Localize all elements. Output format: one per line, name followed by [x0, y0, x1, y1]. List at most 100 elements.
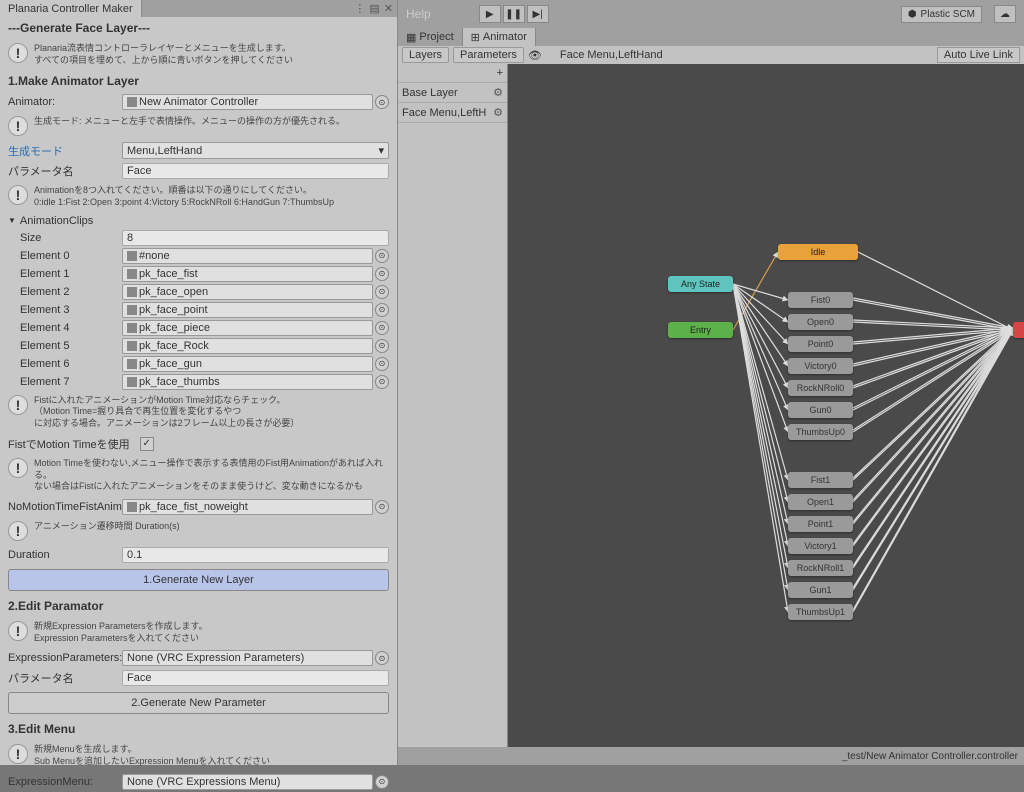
info-icon: !	[8, 521, 28, 541]
duration-input[interactable]: 0.1	[122, 547, 389, 563]
window-menu-icon[interactable]: ⋮	[354, 2, 365, 15]
object-picker-icon[interactable]: ⊙	[375, 95, 389, 109]
object-picker-icon[interactable]: ⊙	[375, 357, 389, 371]
element-field[interactable]: pk_face_point	[122, 302, 373, 318]
node-exit[interactable]: Exit	[1013, 322, 1024, 338]
param2-input[interactable]: Face	[122, 670, 389, 686]
object-picker-icon[interactable]: ⊙	[375, 303, 389, 317]
element-field[interactable]: pk_face_fist	[122, 266, 373, 282]
object-picker-icon[interactable]: ⊙	[375, 651, 389, 665]
object-picker-icon[interactable]: ⊙	[375, 285, 389, 299]
element-field[interactable]: pk_face_gun	[122, 356, 373, 372]
animator-toolbar: Layers Parameters 👁 Face Menu,LeftHand A…	[398, 46, 1024, 64]
window-tab-bar: Planaria Controller Maker ⋮ ▤ ✕	[0, 0, 397, 17]
window-close-icon[interactable]: ✕	[384, 2, 393, 15]
sec2-info: 新規Expression Parametersを作成します。 Expressio…	[34, 621, 208, 644]
pause-button[interactable]: ❚❚	[503, 5, 525, 23]
motiontime-info: Fistに入れたアニメーションがMotion Time対応ならチェック。 （Mo…	[34, 395, 299, 430]
element-field[interactable]: pk_face_open	[122, 284, 373, 300]
node-state[interactable]: Gun0	[788, 402, 853, 418]
state-graph[interactable]: Idle Any State Entry Exit Fist0 Open0 Poin…	[508, 64, 1024, 747]
window-tab[interactable]: Planaria Controller Maker	[0, 0, 142, 17]
animator-icon: ⊞	[471, 31, 480, 44]
node-state[interactable]: RockNRoll0	[788, 380, 853, 396]
fist-mt-checkbox[interactable]: ✓	[140, 437, 154, 451]
generate-layer-button[interactable]: 1.Generate New Layer	[8, 569, 389, 591]
element-label: Element 4	[20, 322, 118, 334]
layers-list: + Base Layer⚙ Face Menu,LeftH⚙	[398, 64, 508, 747]
exp-menu-field[interactable]: None (VRC Expressions Menu)	[122, 774, 373, 790]
anim-icon	[127, 377, 137, 387]
plastic-scm-button[interactable]: ⬢ Plastic SCM	[901, 6, 982, 23]
animator-label: Animator:	[8, 96, 118, 108]
exp-params-label: ExpressionParameters:	[8, 652, 118, 664]
node-state[interactable]: Open0	[788, 314, 853, 330]
info-icon: !	[8, 185, 28, 205]
help-menu[interactable]: Help	[406, 7, 431, 21]
layers-button[interactable]: Layers	[402, 47, 449, 63]
object-picker-icon[interactable]: ⊙	[375, 375, 389, 389]
element-field[interactable]: pk_face_Rock	[122, 338, 373, 354]
node-state[interactable]: Fist1	[788, 472, 853, 488]
object-picker-icon[interactable]: ⊙	[375, 249, 389, 263]
animator-field[interactable]: New Animator Controller	[122, 94, 373, 110]
add-layer-button[interactable]: +	[497, 67, 503, 79]
clips-foldout[interactable]: AnimationClips	[0, 213, 397, 229]
info-icon: !	[8, 621, 28, 641]
chevron-down-icon: ▾	[378, 144, 384, 157]
node-state[interactable]: RockNRoll1	[788, 560, 853, 576]
eye-icon[interactable]: 👁	[528, 49, 542, 62]
animator-tab[interactable]: ⊞Animator	[463, 28, 536, 46]
play-button[interactable]: ▶	[479, 5, 501, 23]
auto-live-link-button[interactable]: Auto Live Link	[937, 47, 1020, 63]
mode-info: 生成モード: メニューと左手で表情操作。メニューの操作の方が優先される。	[34, 116, 345, 128]
gear-icon[interactable]: ⚙	[493, 106, 503, 119]
node-state[interactable]: Victory0	[788, 358, 853, 374]
node-state[interactable]: ThumbsUp1	[788, 604, 853, 620]
exp-params-field[interactable]: None (VRC Expression Parameters)	[122, 650, 373, 666]
info-icon: !	[8, 395, 28, 415]
nomt-field[interactable]: pk_face_fist_noweight	[122, 499, 373, 515]
node-state[interactable]: ThumbsUp0	[788, 424, 853, 440]
object-picker-icon[interactable]: ⊙	[375, 321, 389, 335]
node-idle[interactable]: Idle	[778, 244, 858, 260]
object-picker-icon[interactable]: ⊙	[375, 339, 389, 353]
layer-row[interactable]: Face Menu,LeftH⚙	[398, 103, 507, 123]
node-state[interactable]: Point0	[788, 336, 853, 352]
node-state[interactable]: Victory1	[788, 538, 853, 554]
element-field[interactable]: pk_face_piece	[122, 320, 373, 336]
gear-icon[interactable]: ⚙	[493, 86, 503, 99]
node-state[interactable]: Point1	[788, 516, 853, 532]
object-picker-icon[interactable]: ⊙	[375, 775, 389, 789]
panel-tabs: ▦Project ⊞Animator	[398, 28, 1024, 46]
parameters-button[interactable]: Parameters	[453, 47, 524, 63]
transition-edges	[508, 64, 1024, 747]
generate-param-button[interactable]: 2.Generate New Parameter	[8, 692, 389, 714]
element-label: Element 5	[20, 340, 118, 352]
layer-row[interactable]: Base Layer⚙	[398, 83, 507, 103]
animator-area: Help ▶ ❚❚ ▶| ⬢ Plastic SCM ☁ ▦Project ⊞A…	[398, 0, 1024, 765]
breadcrumb[interactable]: Face Menu,LeftHand	[554, 49, 669, 61]
node-state[interactable]: Fist0	[788, 292, 853, 308]
element-field[interactable]: #none	[122, 248, 373, 264]
header-info: Planaria流表情コントローラレイヤーとメニューを生成します。 すべての項目…	[34, 43, 293, 66]
size-input[interactable]: 8	[122, 230, 389, 246]
object-picker-icon[interactable]: ⊙	[375, 500, 389, 514]
window-dock-icon[interactable]: ▤	[369, 2, 379, 15]
anim-icon	[127, 341, 137, 351]
node-entry[interactable]: Entry	[668, 322, 733, 338]
object-picker-icon[interactable]: ⊙	[375, 267, 389, 281]
param-input[interactable]: Face	[122, 163, 389, 179]
node-state[interactable]: Open1	[788, 494, 853, 510]
element-label: Element 6	[20, 358, 118, 370]
anim-icon	[127, 323, 137, 333]
mode-dropdown[interactable]: Menu,LeftHand▾	[122, 142, 389, 159]
anim-icon	[127, 502, 137, 512]
cloud-button[interactable]: ☁	[994, 5, 1016, 23]
node-state[interactable]: Gun1	[788, 582, 853, 598]
element-field[interactable]: pk_face_thumbs	[122, 374, 373, 390]
info-icon: !	[8, 43, 28, 63]
step-button[interactable]: ▶|	[527, 5, 549, 23]
node-any-state[interactable]: Any State	[668, 276, 733, 292]
project-tab[interactable]: ▦Project	[398, 28, 463, 46]
